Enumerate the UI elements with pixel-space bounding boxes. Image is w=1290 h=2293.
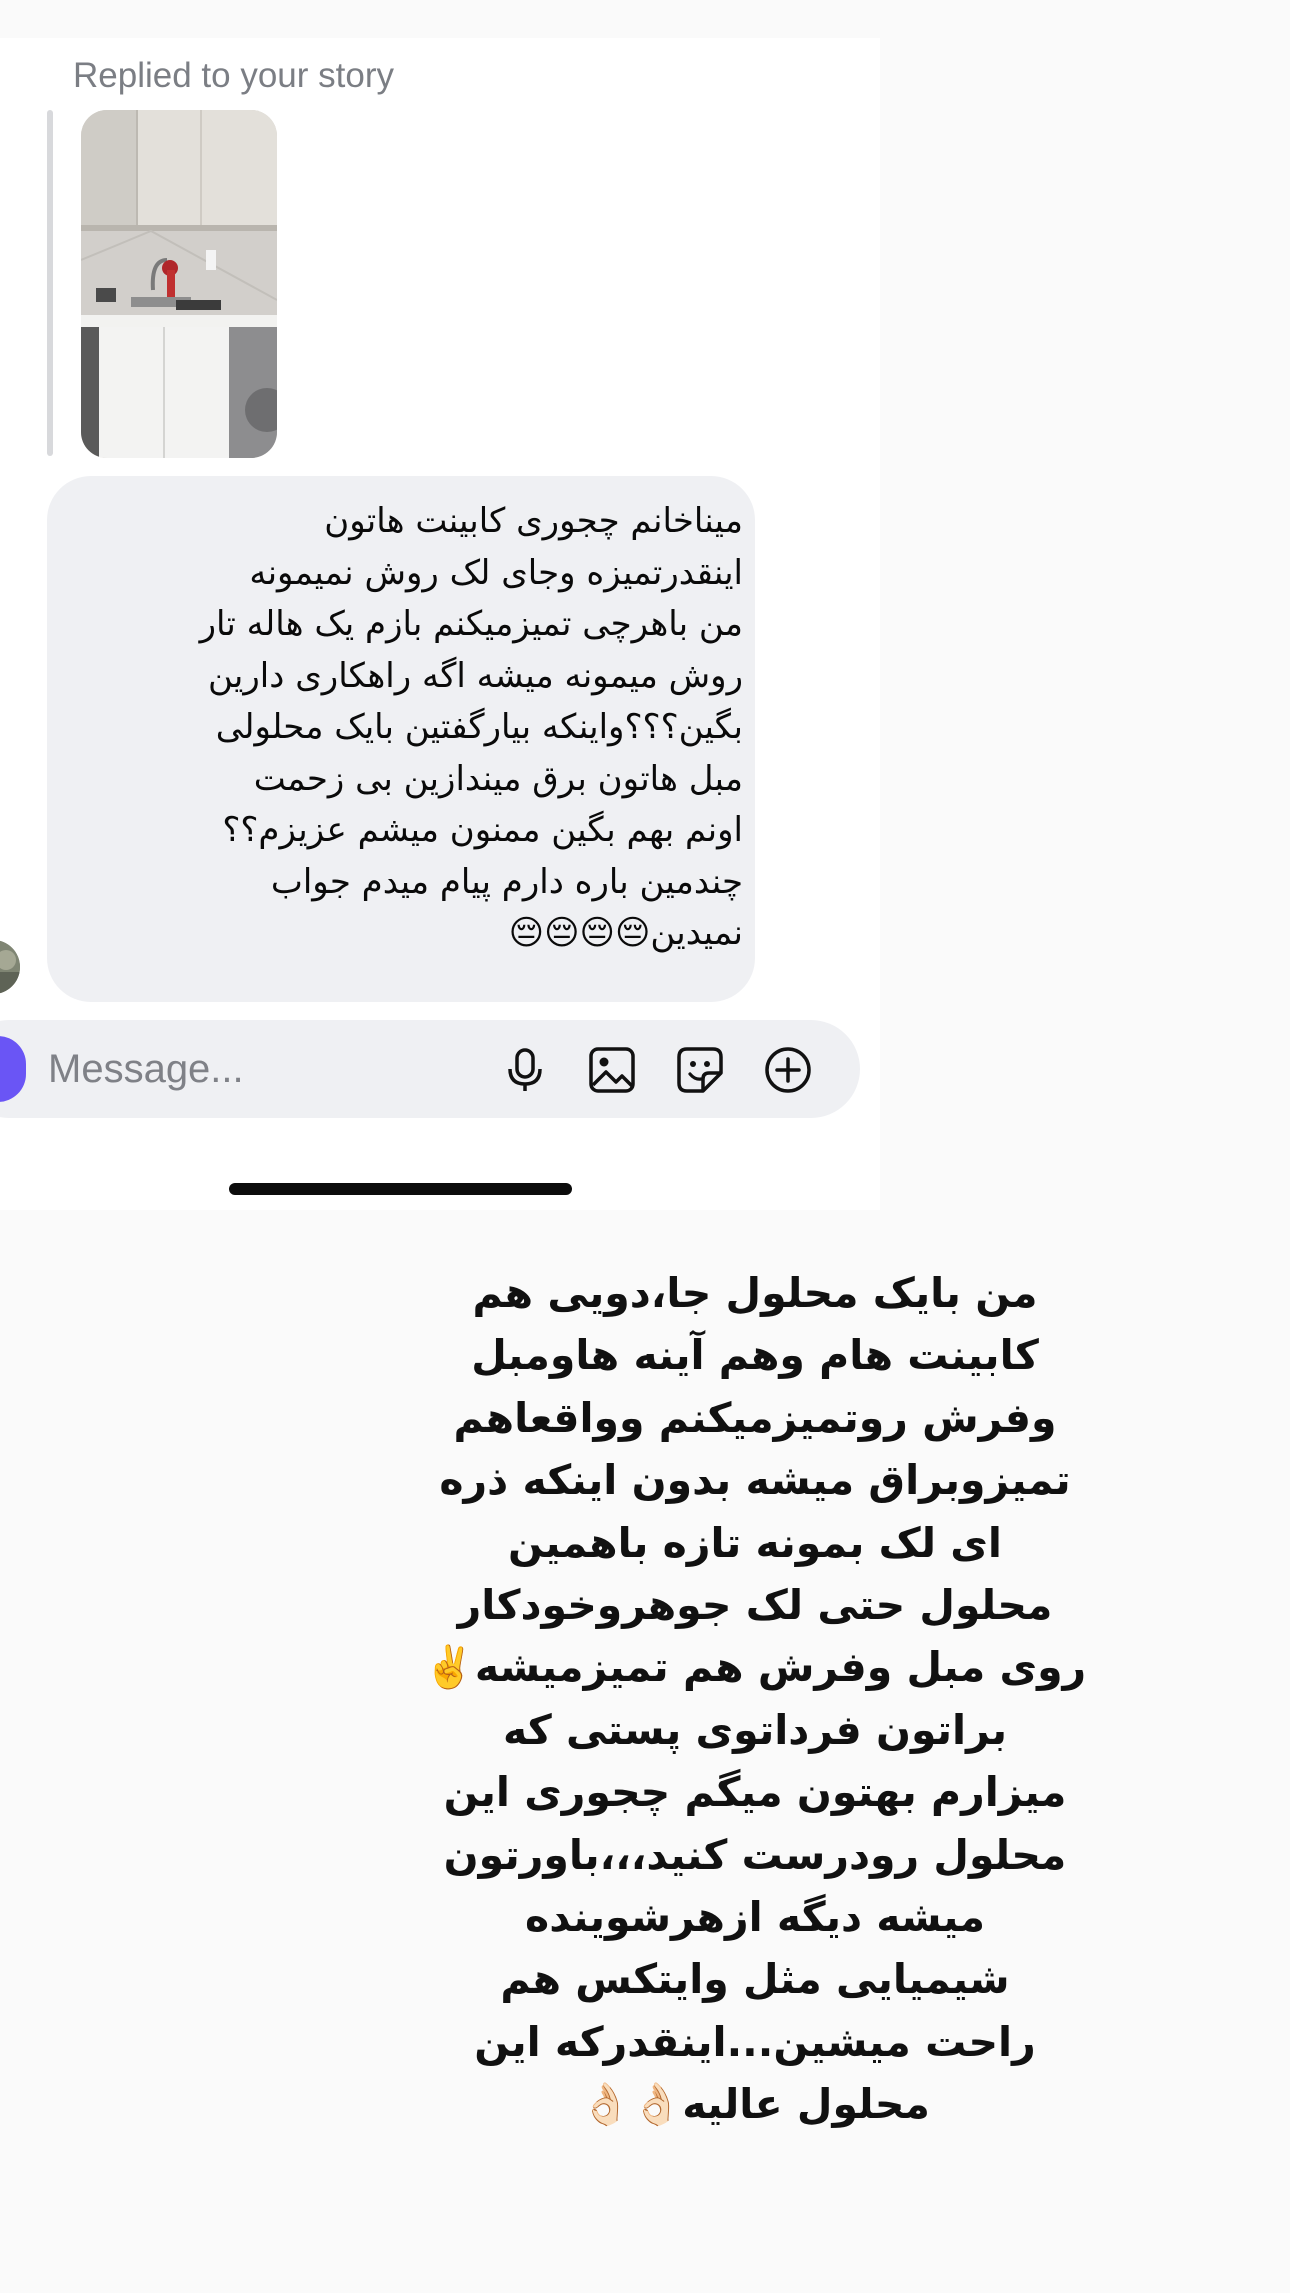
caption-line: میشه دیگه ازهرشوینده (524, 1893, 986, 1942)
caption-line: تمیزوبراق میشه بدون اینکه ذره (439, 1456, 1071, 1505)
sticker-icon[interactable] (675, 1045, 725, 1095)
message-line: میناخانم چجوری کابینت هاتون (324, 501, 743, 541)
caption-line: ای لک بمونه تازه باهمین (508, 1518, 1002, 1567)
caption-line: شیمیایی مثل وایتکس هم (500, 1955, 1010, 2004)
caption-line: میزارم بهتون میگم چجوری این (443, 1768, 1067, 1817)
message-line: روش میمونه میشه اگه راهکاری دارین (208, 655, 743, 696)
caption-line: محلول حتی لک جوهروخودکار (457, 1581, 1053, 1630)
story-thumbnail-kitchen-image (81, 110, 277, 458)
avatar-image (0, 940, 20, 994)
story-caption-text: من بایک محلول جا،دویی هم کابینت هام وهم … (380, 1262, 1130, 2136)
message-line: بگین؟؟؟واینکه بیارگفتین بایک محلولی (215, 707, 743, 747)
caption-line: روی مبل وفرش هم تمیزمیشه✌️ (423, 1643, 1087, 1692)
gallery-icon[interactable] (587, 1045, 637, 1095)
caption-line: محلول عالیه👌🏻👌🏻 (580, 2080, 930, 2129)
avatar[interactable] (0, 940, 20, 994)
message-line: نمیدین😔😔😔😔 (508, 913, 743, 953)
caption-line: کابینت هام وهم آینه هاومبل (471, 1331, 1039, 1380)
caption-line: وفرش روتمیزمیکنم وواقعاهم (453, 1393, 1057, 1442)
message-line: چندمین باره دارم پیام میدم جواب (270, 861, 743, 902)
story-thumbnail[interactable] (81, 110, 277, 458)
message-input[interactable] (48, 1040, 348, 1098)
story-reply-label: Replied to your story (73, 56, 394, 95)
message-line: اینقدرتمیزه وجای لک روش نمیمونه (249, 552, 743, 593)
dm-screenshot-panel: Replied to your story میناخانم چجوری کاب… (0, 38, 880, 1210)
reply-quote-bar (47, 110, 53, 456)
message-text: میناخانم چجوری کابینت هاتون اینقدرتمیزه … (73, 496, 743, 960)
caption-line: براتون فرداتوی پستی که (502, 1705, 1008, 1754)
camera-icon[interactable] (0, 1036, 26, 1102)
caption-line: راحت میشین...اینقدرکه این (474, 2017, 1036, 2066)
plus-icon[interactable] (763, 1045, 813, 1095)
home-indicator (229, 1183, 572, 1195)
message-line: مبل هاتون برق میندازین بی زحمت (253, 758, 743, 799)
microphone-icon[interactable] (500, 1045, 550, 1095)
message-composer (0, 1020, 860, 1118)
message-line: من باهرچی تمیزمیکنم بازم یک هاله تار (199, 604, 743, 644)
message-line: اونم بهم بگین ممنون میشم عزیزم؟؟ (222, 810, 743, 850)
received-message-bubble[interactable]: میناخانم چجوری کابینت هاتون اینقدرتمیزه … (47, 476, 755, 1002)
caption-line: محلول رودرست کنید،،،باورتون (443, 1830, 1067, 1879)
caption-line: من بایک محلول جا،دویی هم (472, 1269, 1038, 1317)
